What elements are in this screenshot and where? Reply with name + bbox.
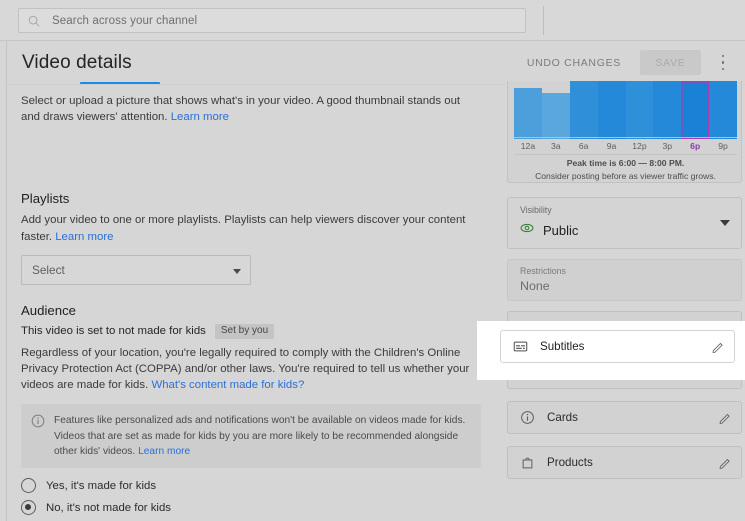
radio-unchecked-icon	[21, 478, 36, 494]
chart-note-line2: Consider posting before as viewer traffi…	[535, 170, 716, 181]
info-circle-icon	[31, 414, 45, 428]
kebab-menu-icon[interactable]	[715, 54, 731, 71]
topbar-divider	[543, 6, 544, 35]
thumbnail-description: Select or upload a picture that shows wh…	[21, 85, 473, 125]
chart-bar	[541, 92, 570, 139]
pencil-icon[interactable]	[718, 456, 732, 470]
youtube-studio-video-details: Search across your channel Video details…	[0, 0, 745, 521]
feature-row-cards[interactable]: Cards	[507, 401, 742, 434]
feature-label-products: Products	[547, 456, 593, 469]
chevron-down-icon	[233, 268, 241, 274]
chart-tick-label: 12p	[632, 141, 647, 151]
page-header: Video details UNDO CHANGES SAVE	[6, 41, 745, 84]
overlay-feature-label-subtitles: Subtitles	[540, 340, 585, 353]
visibility-card[interactable]: Visibility Public	[507, 197, 742, 249]
visibility-value: Public	[543, 223, 579, 238]
chart-bar	[514, 87, 542, 139]
audience-heading: Audience	[21, 302, 76, 318]
restrictions-value: None	[520, 279, 550, 293]
pencil-icon[interactable]	[711, 340, 725, 354]
feature-row-products[interactable]: Products	[507, 446, 742, 479]
save-button[interactable]: SAVE	[640, 50, 701, 75]
chart-bar	[653, 81, 682, 139]
playlists-select[interactable]: Select	[21, 254, 251, 285]
playlists-description: Add your video to one or more playlists.…	[21, 212, 473, 244]
radio-checked-icon	[21, 500, 36, 516]
overlay-feature-row-subtitles[interactable]: Subtitles	[500, 330, 735, 363]
chart-bar	[597, 81, 626, 139]
details-body: Select or upload a picture that shows wh…	[6, 81, 745, 521]
chart-x-axis: 12a 3a 6a 9a 12p 3p 6p 9p	[514, 137, 737, 153]
radio-yes-label: Yes, it's made for kids	[46, 479, 157, 492]
playlists-select-value: Select	[32, 262, 65, 277]
audience-info-text-wrap: Features like personalized ads and notif…	[54, 413, 470, 459]
right-column: 12a 3a 6a 9a 12p 3p 6p 9p Peak time is 6:00 — 8…	[503, 81, 745, 521]
search-input[interactable]: Search across your channel	[18, 8, 526, 33]
radio-made-for-kids-yes[interactable]: Yes, it's made for kids	[21, 478, 473, 494]
chart-bars	[514, 81, 737, 139]
audience-info-learn-more-link[interactable]: Learn more	[138, 446, 190, 457]
restrictions-label: Restrictions	[520, 266, 566, 276]
subtitles-icon	[513, 339, 528, 354]
audience-coppa-link[interactable]: What's content made for kids?	[151, 379, 304, 391]
chart-tick-label: 3p	[662, 141, 673, 151]
thumbnail-learn-more-link[interactable]: Learn more	[171, 111, 229, 123]
chart-bar	[569, 81, 598, 139]
chart-tick-label: 6p	[690, 141, 701, 151]
public-eye-icon	[520, 221, 534, 240]
audience-status: This video is set to not made for kids S…	[21, 323, 473, 339]
undo-changes-button[interactable]: UNDO CHANGES	[527, 57, 621, 69]
chart-separator	[514, 154, 737, 155]
thumbnail-picker-area[interactable]	[21, 125, 473, 189]
audience-status-text: This video is set to not made for kids	[21, 325, 206, 338]
chart-tick-label: 12a	[520, 141, 536, 151]
viewer-activity-chart: 12a 3a 6a 9a 12p 3p 6p 9p Peak time is 6:00 — 8…	[507, 81, 742, 183]
info-circle-icon	[520, 410, 535, 425]
products-tag-icon	[520, 455, 535, 470]
feature-label-cards: Cards	[547, 411, 578, 424]
chart-tick-label: 9a	[606, 141, 617, 151]
chart-bar	[625, 81, 654, 139]
radio-made-for-kids-no[interactable]: No, it's not made for kids	[21, 500, 473, 516]
visibility-value-row: Public	[520, 221, 578, 240]
audience-info-text: Features like personalized ads and notif…	[54, 415, 466, 457]
left-column: Select or upload a picture that shows wh…	[7, 85, 487, 521]
audience-info-box: Features like personalized ads and notif…	[21, 404, 481, 469]
playlists-learn-more-link[interactable]: Learn more	[55, 231, 113, 243]
radio-no-label: No, it's not made for kids	[46, 501, 171, 514]
chart-note-line1: Peak time is 6:00 — 8:00 PM.	[566, 158, 685, 168]
restrictions-card: Restrictions None	[507, 259, 742, 301]
chart-tick-label: 3a	[551, 141, 561, 151]
status-badge: Set by you	[214, 323, 275, 339]
visibility-label: Visibility	[520, 205, 552, 215]
chart-bar	[709, 81, 737, 139]
chart-note: Peak time is 6:00 — 8:00 PM. Consider po…	[514, 157, 737, 182]
audience-legal-text: Regardless of your location, you're lega…	[21, 345, 473, 394]
top-bar: Search across your channel	[0, 0, 745, 41]
chart-tick-label: 9p	[718, 141, 728, 151]
pencil-icon[interactable]	[718, 411, 732, 425]
search-placeholder-text: Search across your channel	[52, 14, 198, 27]
chevron-down-icon[interactable]	[720, 220, 730, 226]
playlists-heading: Playlists	[21, 191, 70, 207]
chart-bar	[681, 81, 710, 139]
thumbnail-description-text: Select or upload a picture that shows wh…	[21, 95, 461, 124]
page-title: Video details	[22, 52, 132, 73]
subtitles-hover-overlay: Subtitles	[477, 321, 745, 380]
search-icon	[27, 14, 41, 28]
chart-tick-label: 6a	[578, 141, 589, 151]
